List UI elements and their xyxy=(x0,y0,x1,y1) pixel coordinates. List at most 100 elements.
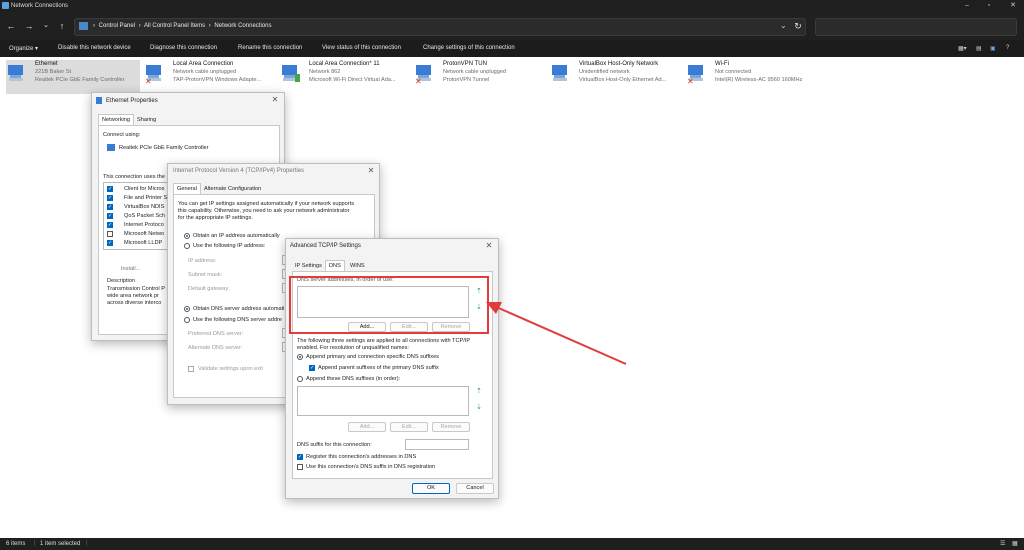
dns-suffix-field[interactable] xyxy=(405,439,469,450)
breadcrumb-network-connections[interactable]: Network Connections xyxy=(214,23,271,29)
cancel-button[interactable]: Cancel xyxy=(456,483,494,494)
alternate-dns-label: Alternate DNS server: xyxy=(188,345,243,351)
use-dns-label: Use the following DNS server addre xyxy=(193,317,282,323)
adapter-name: ProtonVPN TUN xyxy=(443,61,487,67)
components-list[interactable]: ✓ Client for Micros ✓ File and Printer S… xyxy=(103,182,173,250)
use-dns-radio[interactable] xyxy=(184,317,190,323)
obtain-dns-radio[interactable] xyxy=(184,306,190,312)
back-arrow-icon[interactable]: ← xyxy=(5,20,17,32)
wifi-direct-adapter-icon xyxy=(282,65,300,82)
view-options-icon[interactable]: ▦▾ xyxy=(958,45,967,52)
validate-checkbox[interactable] xyxy=(188,366,194,372)
change-view-icon[interactable]: ▤ xyxy=(976,45,982,52)
forward-arrow-icon[interactable]: → xyxy=(23,20,35,32)
close-icon[interactable]: ✕ xyxy=(366,166,376,176)
edit-suffix-button[interactable]: Edit... xyxy=(390,422,428,432)
close-window-button[interactable]: ✕ xyxy=(1006,1,1020,11)
minimize-button[interactable]: – xyxy=(960,1,974,11)
tiles-view-icon[interactable]: ▦ xyxy=(1012,540,1018,547)
component-checkbox[interactable]: ✓ xyxy=(107,222,113,228)
install-button[interactable]: Install... xyxy=(121,266,140,272)
adapter-status: Network cable unplugged xyxy=(443,69,507,75)
tab-networking[interactable]: Networking xyxy=(98,114,134,125)
use-ip-radio[interactable] xyxy=(184,243,190,249)
component-checkbox[interactable]: ✓ xyxy=(107,204,113,210)
remove-suffix-button[interactable]: Remove xyxy=(432,422,470,432)
component-checkbox[interactable]: ✓ xyxy=(107,213,113,219)
dialog-title: Ethernet Properties xyxy=(106,98,158,104)
suffix-move-up-arrow-icon[interactable]: ⇡ xyxy=(475,388,483,396)
validate-label: Validate settings upon exit xyxy=(198,366,263,372)
ip-address-label: IP address: xyxy=(188,258,217,264)
register-dns-checkbox[interactable]: ✓ xyxy=(297,454,303,460)
tab-general[interactable]: General xyxy=(173,183,201,194)
selection-count: 1 item selected xyxy=(40,541,81,547)
adapter-name: Local Area Connection xyxy=(173,61,234,67)
rename-connection-button[interactable]: Rename this connection xyxy=(238,45,302,51)
status-divider: | xyxy=(86,540,88,546)
adapter-device: Intel(R) Wireless-AC 9560 160MHz xyxy=(715,77,803,83)
close-icon[interactable]: ✕ xyxy=(270,95,280,105)
adapter-tile-virtualbox[interactable]: VirtualBox Host-Only Network Unidentifie… xyxy=(550,60,684,94)
append-primary-radio[interactable] xyxy=(297,354,303,360)
tab-strip: IP Settings DNS WINS xyxy=(292,260,492,271)
append-these-radio[interactable] xyxy=(297,376,303,382)
adapter-tile-local-area-connection[interactable]: ✕ Local Area Connection Network cable un… xyxy=(144,60,278,94)
address-dropdown-chevron-icon[interactable]: ⌄ xyxy=(780,21,787,30)
adapter-device: VirtualBox Host-Only Ethernet Ad... xyxy=(579,77,667,83)
subnet-label: Subnet mask: xyxy=(188,272,223,278)
diagnose-connection-button[interactable]: Diagnose this connection xyxy=(150,45,217,51)
breadcrumb-all-items[interactable]: All Control Panel Items xyxy=(144,23,205,29)
description-line: wide area network pr xyxy=(107,293,159,299)
address-row: ← → ⌄ ↑ › Control Panel › All Control Pa… xyxy=(0,12,1024,40)
append-these-label: Append these DNS suffixes (in order): xyxy=(306,376,401,382)
component-checkbox[interactable]: ✓ xyxy=(107,195,113,201)
info-text: The following three settings are applied… xyxy=(297,338,471,344)
adapter-tile-local-area-connection-11[interactable]: Local Area Connection* 11 Network 862 Mi… xyxy=(280,60,414,94)
use-suffix-registration-label: Use this connection's DNS suffix in DNS … xyxy=(306,464,436,470)
adapter-device: ProtonVPN Tunnel xyxy=(443,77,490,83)
ok-button[interactable]: OK xyxy=(412,483,450,494)
recent-locations-chevron-icon[interactable]: ⌄ xyxy=(40,20,52,32)
preview-pane-icon[interactable]: ▣ xyxy=(990,45,996,52)
view-status-button[interactable]: View status of this connection xyxy=(322,45,401,51)
append-parent-checkbox[interactable]: ✓ xyxy=(309,365,315,371)
change-settings-button[interactable]: Change settings of this connection xyxy=(423,45,515,51)
up-arrow-icon[interactable]: ↑ xyxy=(56,20,68,32)
add-suffix-button[interactable]: Add... xyxy=(348,422,386,432)
suffix-move-down-arrow-icon[interactable]: ⇣ xyxy=(475,404,483,412)
tab-dns[interactable]: DNS xyxy=(325,260,345,271)
component-checkbox[interactable] xyxy=(107,231,113,237)
help-icon[interactable]: ? xyxy=(1006,45,1009,51)
tab-ip-settings[interactable]: IP Settings xyxy=(292,261,325,271)
adapter-tile-wifi[interactable]: ✕ Wi-Fi Not connected Intel(R) Wireless-… xyxy=(686,60,820,94)
close-icon[interactable]: ✕ xyxy=(484,241,494,251)
use-suffix-registration-checkbox[interactable] xyxy=(297,464,303,470)
adapter-device: Microsoft Wi-Fi Direct Virtual Ada... xyxy=(309,77,396,83)
component-checkbox[interactable]: ✓ xyxy=(107,186,113,192)
tab-alternate-configuration[interactable]: Alternate Configuration xyxy=(201,184,264,194)
info-text: enabled. For resolution of unqualified n… xyxy=(297,345,409,351)
tab-sharing[interactable]: Sharing xyxy=(134,115,159,125)
tab-wins[interactable]: WINS xyxy=(347,261,368,271)
details-view-icon[interactable]: ☰ xyxy=(1000,540,1005,547)
item-count: 6 items xyxy=(6,541,26,547)
component-checkbox[interactable]: ✓ xyxy=(107,240,113,246)
adapter-name: VirtualBox Host-Only Network xyxy=(579,61,659,67)
organize-menu-button[interactable]: Organize ▾ xyxy=(9,45,38,52)
adapter-tile-protonvpn-tun[interactable]: ✕ ProtonVPN TUN Network cable unplugged … xyxy=(414,60,544,94)
refresh-icon[interactable]: ↻ xyxy=(792,20,804,32)
dns-suffix-list[interactable] xyxy=(297,386,469,416)
maximize-button[interactable]: ▫ xyxy=(982,1,996,11)
breadcrumb: › Control Panel › All Control Panel Item… xyxy=(93,23,273,29)
adapter-tile-ethernet[interactable]: Ethernet 221B Baker St Realtek PCIe GbE … xyxy=(6,60,140,94)
adapter-name: Local Area Connection* 11 xyxy=(309,61,380,67)
address-bar[interactable]: › Control Panel › All Control Panel Item… xyxy=(74,18,806,36)
breadcrumb-separator-icon: › xyxy=(93,23,95,29)
svg-text:✕: ✕ xyxy=(687,77,694,84)
component-label: File and Printer S xyxy=(124,195,168,201)
disable-device-button[interactable]: Disable this network device xyxy=(58,45,131,51)
obtain-ip-radio[interactable] xyxy=(184,233,190,239)
search-input[interactable] xyxy=(815,18,1017,36)
breadcrumb-control-panel[interactable]: Control Panel xyxy=(99,23,135,29)
